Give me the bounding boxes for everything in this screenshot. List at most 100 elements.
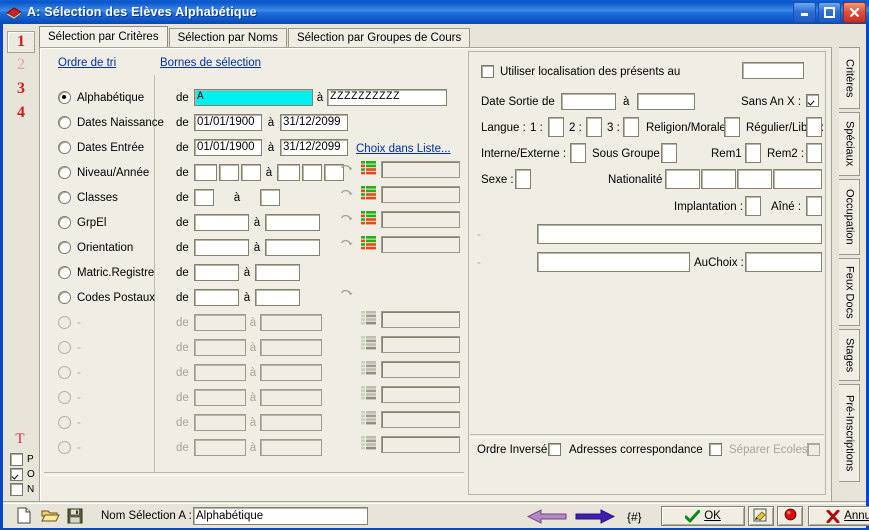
matric-from-input[interactable] xyxy=(194,264,239,281)
cancel-button[interactable]: Annuler xyxy=(808,506,869,526)
tab-selection-par-groupes[interactable]: Sélection par Groupes de Cours xyxy=(287,28,471,48)
vtab-feux-docs[interactable]: Feux Docs xyxy=(839,258,860,326)
list-icon-grpel[interactable] xyxy=(361,211,376,228)
checkbox-o[interactable] xyxy=(10,468,23,481)
tab-selection-par-noms[interactable]: Sélection par Noms xyxy=(168,28,287,48)
new-document-icon[interactable] xyxy=(17,507,32,527)
niveau-from-c[interactable] xyxy=(241,164,261,181)
radio-classes[interactable] xyxy=(58,191,71,204)
sexe-input[interactable] xyxy=(515,169,531,189)
codes-postaux-from-input[interactable] xyxy=(194,289,239,306)
niveau-to-b[interactable] xyxy=(302,164,322,181)
classes-from-input[interactable] xyxy=(194,189,214,206)
dates-naissance-from-input[interactable]: 01/01/1900 xyxy=(194,114,262,131)
religion-morale-input[interactable] xyxy=(724,117,740,137)
list-value-classes[interactable] xyxy=(381,186,460,203)
refresh-curve-icon[interactable] xyxy=(340,289,353,301)
langue-2-input[interactable] xyxy=(586,117,602,137)
nationalite-input-4[interactable] xyxy=(773,169,822,189)
extra-row-2-input[interactable] xyxy=(537,252,690,272)
maximize-button[interactable] xyxy=(818,2,841,23)
codes-postaux-to-input[interactable] xyxy=(255,289,300,306)
niveau-from-a[interactable] xyxy=(194,164,217,181)
rem2-input[interactable] xyxy=(806,143,822,163)
record-count-label[interactable]: {#} xyxy=(627,510,642,524)
checkbox-row-p[interactable]: P xyxy=(10,453,34,466)
stop-button[interactable] xyxy=(777,506,803,526)
vtab-occupation[interactable]: Occupation xyxy=(839,179,860,255)
use-localisation-checkbox[interactable] xyxy=(481,65,494,78)
checkbox-p[interactable] xyxy=(10,453,23,466)
tab-selection-par-criteres[interactable]: Sélection par Critères xyxy=(39,26,168,48)
nationalite-input-3[interactable] xyxy=(737,169,772,189)
radio-codes-postaux[interactable] xyxy=(58,291,71,304)
date-sortie-from-input[interactable] xyxy=(561,93,616,110)
langue-3-input[interactable] xyxy=(623,117,639,137)
alphabetique-to-input[interactable]: ZZZZZZZZZZ xyxy=(327,89,447,106)
ordre-inverse-checkbox[interactable] xyxy=(548,443,561,456)
checkbox-row-n[interactable]: N xyxy=(10,483,34,496)
radio-orientation[interactable] xyxy=(58,241,71,254)
list-value-niveau[interactable] xyxy=(381,161,460,178)
langue-1-input[interactable] xyxy=(548,117,564,137)
save-disk-icon[interactable] xyxy=(67,508,83,527)
radio-grpel[interactable] xyxy=(58,216,71,229)
close-button[interactable] xyxy=(843,2,866,23)
vtab-pre-inscriptions[interactable]: Pré-Inscriptions xyxy=(839,384,860,482)
checkbox-row-o[interactable]: O xyxy=(10,468,35,481)
nationalite-input-2[interactable] xyxy=(701,169,736,189)
implantation-input[interactable] xyxy=(745,196,761,216)
dates-entree-to-input[interactable]: 31/12/2099 xyxy=(280,139,348,156)
ok-button[interactable]: OK xyxy=(661,506,745,526)
selection-name-input[interactable]: Alphabétique xyxy=(193,507,368,525)
radio-dates-naissance[interactable] xyxy=(58,116,71,129)
orientation-to-input[interactable] xyxy=(265,239,320,256)
refresh-curve-icon[interactable] xyxy=(340,239,353,251)
niveau-to-a[interactable] xyxy=(277,164,300,181)
adresses-correspondance-checkbox[interactable] xyxy=(709,443,722,456)
matric-to-input[interactable] xyxy=(255,264,300,281)
refresh-curve-icon[interactable] xyxy=(340,189,353,201)
vtab-stages[interactable]: Stages xyxy=(839,329,860,381)
radio-niveau-annee[interactable] xyxy=(58,166,71,179)
index-number-2[interactable]: 2 xyxy=(7,55,35,75)
nationalite-input-1[interactable] xyxy=(665,169,700,189)
aine-input[interactable] xyxy=(806,196,822,216)
open-folder-icon[interactable] xyxy=(41,508,60,527)
index-number-3[interactable]: 3 xyxy=(7,79,35,99)
list-icon-orientation[interactable] xyxy=(361,236,376,253)
vtab-speciaux[interactable]: Spéciaux xyxy=(839,112,860,176)
minimize-button[interactable] xyxy=(793,2,816,23)
t-marker[interactable]: T xyxy=(5,431,35,448)
arrow-right-icon[interactable] xyxy=(575,509,616,527)
classes-to-input[interactable] xyxy=(260,189,280,206)
sans-an-x-checkbox[interactable] xyxy=(806,94,819,107)
rem1-input[interactable] xyxy=(745,143,761,163)
sous-groupe-input[interactable] xyxy=(661,143,677,163)
dates-entree-from-input[interactable]: 01/01/1900 xyxy=(194,139,262,156)
checkbox-n[interactable] xyxy=(10,483,23,496)
arrow-left-icon[interactable] xyxy=(526,509,567,527)
radio-matric-registre[interactable] xyxy=(58,266,71,279)
index-number-1[interactable]: 1 xyxy=(7,31,35,53)
list-icon-classes[interactable] xyxy=(361,186,376,203)
grpel-to-input[interactable] xyxy=(265,214,320,231)
regulier-libre-input[interactable] xyxy=(806,117,822,137)
print-preview-button[interactable] xyxy=(748,506,774,526)
sort-order-header[interactable]: Ordre de tri xyxy=(58,57,116,69)
interne-externe-input[interactable] xyxy=(570,143,586,163)
radio-alphabetique[interactable] xyxy=(58,91,71,104)
niveau-from-b[interactable] xyxy=(219,164,239,181)
dates-naissance-to-input[interactable]: 31/12/2099 xyxy=(280,114,348,131)
alphabetique-from-input[interactable]: A xyxy=(194,89,313,106)
extra-row-1-input[interactable] xyxy=(537,224,822,244)
date-sortie-to-input[interactable] xyxy=(637,93,695,110)
orientation-from-input[interactable] xyxy=(194,239,249,256)
use-localisation-date-input[interactable] xyxy=(742,62,804,79)
auchoix-input[interactable] xyxy=(745,252,822,272)
vtab-criteres[interactable]: Critères xyxy=(839,47,860,109)
grpel-from-input[interactable] xyxy=(194,214,249,231)
refresh-curve-icon[interactable] xyxy=(340,164,353,176)
index-number-4[interactable]: 4 xyxy=(7,103,35,123)
list-value-orientation[interactable] xyxy=(381,236,460,253)
